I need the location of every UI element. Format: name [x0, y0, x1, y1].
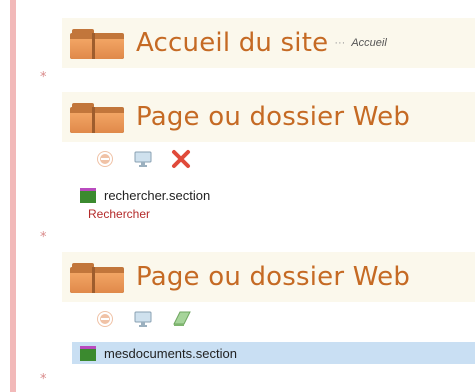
asterisk-marker: * [40, 70, 47, 85]
section-link-rechercher[interactable]: Rechercher [88, 207, 150, 221]
green-book-icon[interactable] [170, 308, 192, 330]
section-item-1[interactable]: rechercher.section [80, 188, 210, 203]
web-folder-header-2[interactable]: Page ou dossier Web [62, 252, 475, 302]
globe-icon[interactable] [94, 148, 116, 170]
home-title[interactable]: Accueil du site [136, 28, 328, 58]
monitor-icon[interactable] [132, 148, 154, 170]
folder-icon [70, 261, 124, 293]
section-icon [80, 345, 96, 361]
home-subtitle: Accueil [351, 37, 387, 49]
asterisk-marker: * [40, 230, 47, 245]
section-name[interactable]: mesdocuments.section [104, 346, 237, 361]
web-folder-title-2[interactable]: Page ou dossier Web [136, 262, 410, 292]
section-name[interactable]: rechercher.section [104, 188, 210, 203]
folder-icon [70, 27, 124, 59]
web-folder-header-1[interactable]: Page ou dossier Web [62, 92, 475, 142]
section-item-2[interactable]: mesdocuments.section [72, 342, 475, 364]
toolbar-2 [94, 308, 192, 330]
globe-icon[interactable] [94, 308, 116, 330]
web-folder-title-1[interactable]: Page ou dossier Web [136, 102, 410, 132]
home-header[interactable]: Accueil du site ··· Accueil [62, 18, 475, 68]
home-dots: ··· [334, 37, 346, 49]
left-margin-bar [10, 0, 16, 392]
monitor-icon[interactable] [132, 308, 154, 330]
toolbar-1 [94, 148, 192, 170]
folder-icon [70, 101, 124, 133]
section-icon [80, 188, 96, 203]
asterisk-marker: * [40, 372, 47, 387]
delete-x-icon[interactable] [170, 148, 192, 170]
